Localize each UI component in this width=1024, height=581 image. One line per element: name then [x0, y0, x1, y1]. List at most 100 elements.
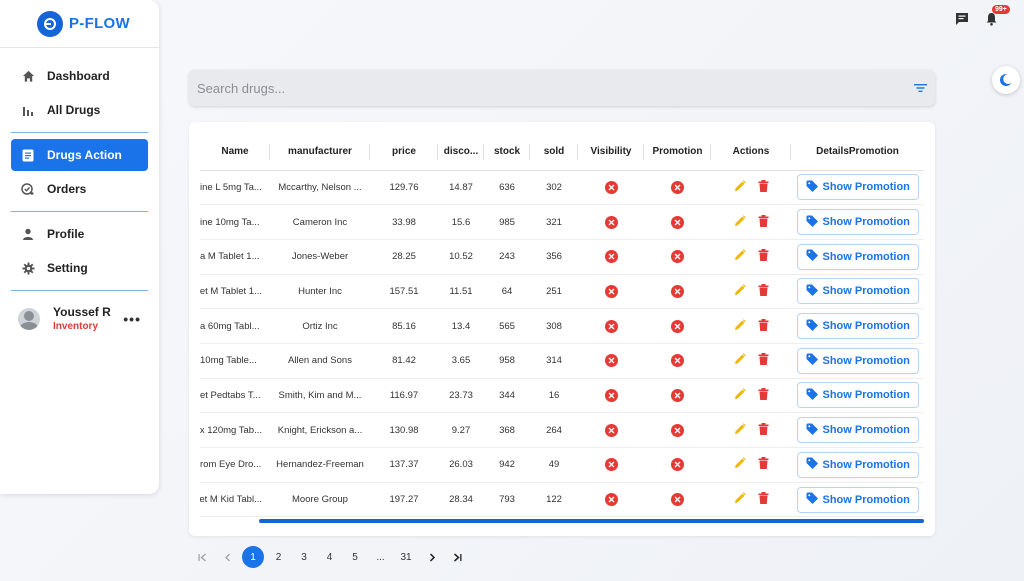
col-discount[interactable]: disco... — [438, 134, 484, 171]
edit-pencil-icon[interactable] — [734, 214, 746, 230]
edit-pencil-icon[interactable] — [734, 422, 746, 438]
edit-pencil-icon[interactable] — [734, 318, 746, 334]
delete-trash-icon[interactable] — [758, 422, 769, 438]
promotion-off-icon[interactable] — [671, 493, 684, 507]
promotion-off-icon[interactable] — [671, 388, 684, 402]
edit-pencil-icon[interactable] — [734, 388, 746, 403]
delete-trash-icon[interactable] — [758, 387, 769, 403]
visibility-off-icon[interactable] — [604, 319, 618, 333]
show-promotion-button[interactable]: Show Promotion — [796, 278, 919, 305]
cell-name: rom Eye Dro... — [200, 447, 270, 483]
visibility-off-icon[interactable] — [604, 284, 618, 298]
show-promotion-button[interactable]: Show Promotion — [796, 486, 919, 513]
delete-trash-icon[interactable] — [758, 318, 769, 334]
theme-toggle[interactable] — [992, 66, 1020, 94]
sidebar-item-profile[interactable]: Profile — [11, 218, 148, 250]
visibility-off-icon[interactable] — [604, 354, 618, 368]
user-profile[interactable]: Youssef R Inventory ••• — [0, 297, 159, 340]
visibility-off-icon[interactable] — [604, 180, 618, 194]
delete-trash-icon[interactable] — [758, 283, 769, 299]
show-promotion-label: Show Promotion — [822, 216, 910, 229]
promotion-off-icon[interactable] — [671, 180, 684, 194]
visibility-off-icon[interactable] — [604, 458, 618, 472]
col-sold[interactable]: sold — [530, 134, 578, 171]
sidebar-item-drugs-action[interactable]: Drugs Action — [11, 139, 148, 171]
col-name[interactable]: Name — [200, 134, 270, 171]
show-promotion-button[interactable]: Show Promotion — [796, 209, 919, 236]
cell-manufacturer: Moore Group — [270, 482, 370, 518]
prev-page-icon[interactable] — [217, 546, 239, 568]
show-promotion-button[interactable]: Show Promotion — [796, 243, 919, 270]
last-page-icon[interactable] — [446, 546, 468, 568]
delete-trash-icon[interactable] — [758, 457, 769, 472]
more-horizontal-icon[interactable]: ••• — [123, 311, 141, 327]
sidebar-item-all-drugs[interactable]: All Drugs — [11, 94, 148, 126]
drug-name: et M Tablet 1... — [200, 285, 262, 297]
notifications[interactable]: 99+ — [985, 5, 1010, 31]
show-promotion-button[interactable]: Show Promotion — [796, 347, 919, 374]
page-number[interactable]: 3 — [293, 546, 315, 568]
horizontal-scrollbar[interactable] — [259, 519, 924, 523]
delete-trash-icon[interactable] — [758, 353, 769, 368]
first-page-icon[interactable] — [191, 546, 213, 568]
promotion-off-icon[interactable] — [671, 354, 684, 368]
sidebar-item-setting[interactable]: Setting — [11, 252, 148, 284]
delete-trash-icon[interactable] — [758, 179, 769, 195]
edit-pencil-icon[interactable] — [734, 284, 746, 299]
page-number[interactable]: 2 — [268, 546, 290, 568]
page-number[interactable]: 4 — [319, 546, 341, 568]
show-promotion-button[interactable]: Show Promotion — [796, 451, 919, 478]
show-promotion-button[interactable]: Show Promotion — [796, 313, 919, 340]
sidebar-item-dashboard[interactable]: Dashboard — [11, 60, 148, 92]
col-promotion[interactable]: Promotion — [644, 134, 711, 171]
col-actions[interactable]: Actions — [711, 134, 791, 171]
cell-discount: 9.27 — [438, 412, 484, 448]
visibility-off-icon[interactable] — [604, 493, 618, 507]
delete-trash-icon[interactable] — [758, 249, 769, 264]
cell-details-promotion: Show Promotion — [791, 412, 924, 448]
visibility-off-icon[interactable] — [604, 423, 618, 437]
col-visibility[interactable]: Visibility — [578, 134, 644, 171]
promotion-off-icon[interactable] — [671, 215, 684, 229]
promotion-off-icon[interactable] — [671, 250, 684, 264]
edit-pencil-icon[interactable] — [734, 492, 746, 507]
cell-visibility — [578, 447, 644, 483]
table-row: et M Kid Tabl... Moore Group 197.27 28.34 79… — [200, 482, 924, 518]
col-details-promotion[interactable]: DetailsPromotion — [791, 134, 924, 171]
chat-icon[interactable] — [955, 12, 969, 31]
promotion-off-icon[interactable] — [671, 458, 684, 472]
col-stock[interactable]: stock — [484, 134, 530, 171]
show-promotion-button[interactable]: Show Promotion — [796, 417, 919, 444]
cell-stock: 344 — [484, 378, 530, 414]
page-number[interactable]: 5 — [344, 546, 366, 568]
col-manufacturer[interactable]: manufacturer — [270, 134, 370, 171]
next-page-icon[interactable] — [421, 546, 443, 568]
visibility-off-icon[interactable] — [604, 388, 618, 402]
cell-details-promotion: Show Promotion — [791, 482, 924, 518]
show-promotion-button[interactable]: Show Promotion — [796, 174, 919, 201]
col-price[interactable]: price — [370, 134, 438, 171]
page-number[interactable]: 1 — [242, 546, 264, 568]
search-input[interactable] — [189, 70, 869, 106]
promotion-off-icon[interactable] — [671, 319, 684, 333]
visibility-off-icon[interactable] — [604, 250, 618, 264]
edit-pencil-icon[interactable] — [734, 457, 746, 472]
sidebar-nav: Dashboard All Drugs Drugs Action Orders … — [0, 48, 159, 340]
delete-trash-icon[interactable] — [758, 214, 769, 230]
page-number[interactable]: 31 — [395, 546, 417, 568]
edit-pencil-icon[interactable] — [734, 353, 746, 368]
edit-pencil-icon[interactable] — [734, 249, 746, 264]
visibility-off-icon[interactable] — [604, 215, 618, 229]
delete-trash-icon[interactable] — [758, 492, 769, 507]
sidebar-item-orders[interactable]: Orders — [11, 173, 148, 205]
cell-details-promotion: Show Promotion — [791, 204, 924, 240]
cell-price: 28.25 — [370, 239, 438, 275]
filter-icon[interactable] — [914, 81, 927, 99]
promotion-off-icon[interactable] — [671, 423, 684, 437]
tag-icon — [806, 457, 818, 472]
show-promotion-button[interactable]: Show Promotion — [796, 382, 919, 409]
edit-pencil-icon[interactable] — [734, 180, 746, 195]
brand[interactable]: P-FLOW — [0, 0, 159, 48]
promotion-off-icon[interactable] — [671, 284, 684, 298]
show-promotion-label: Show Promotion — [822, 354, 910, 367]
